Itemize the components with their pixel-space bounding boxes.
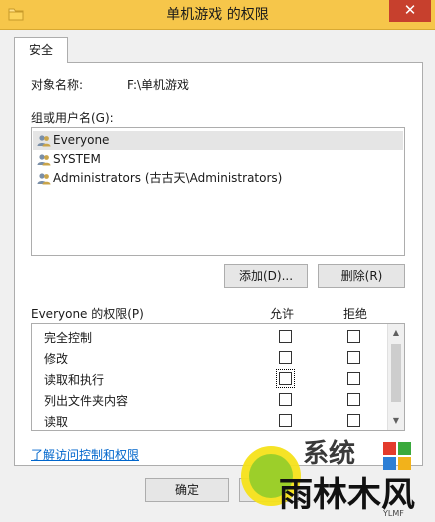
allow-checkbox[interactable]: [279, 351, 292, 364]
object-name-value: F:\单机游戏: [127, 78, 190, 92]
allow-checkbox[interactable]: [279, 393, 292, 406]
table-row: 列出文件夹内容: [32, 389, 388, 410]
groups-label: 组或用户名(G):: [31, 111, 114, 125]
allow-header: 允许: [270, 307, 295, 321]
list-item-label: Administrators (古古天\Administrators): [53, 171, 283, 185]
scroll-thumb[interactable]: [391, 344, 401, 402]
permission-name: 读取: [44, 415, 69, 429]
site-watermark: 系统 雨林木风 YLMF: [233, 430, 435, 519]
scroll-down-icon[interactable]: ▼: [388, 413, 404, 429]
permissions-list[interactable]: 完全控制 修改 读取和执行 列出文件夹内容 读取 ▲ ▼: [31, 323, 405, 431]
list-item[interactable]: Everyone: [33, 131, 403, 150]
object-name-label: 对象名称:: [31, 78, 84, 92]
deny-checkbox[interactable]: [347, 351, 360, 364]
deny-header: 拒绝: [343, 307, 368, 321]
permission-name: 完全控制: [44, 331, 93, 345]
watermark-caption: YLMF: [382, 509, 404, 518]
ok-button[interactable]: 确定: [145, 478, 229, 502]
users-icon: [37, 173, 51, 185]
allow-checkbox[interactable]: [279, 414, 292, 427]
window-title: 单机游戏 的权限: [166, 7, 269, 23]
allow-checkbox[interactable]: [276, 369, 295, 388]
groups-listbox[interactable]: Everyone SYSTEM Administrators (古古天\Admi…: [31, 127, 405, 256]
close-button[interactable]: ✕: [389, 0, 431, 22]
list-item[interactable]: Administrators (古古天\Administrators): [33, 169, 403, 188]
list-item[interactable]: SYSTEM: [33, 150, 403, 169]
list-item-label: SYSTEM: [53, 152, 101, 166]
add-button[interactable]: 添加(D)...: [224, 264, 308, 288]
watermark-text-top: 系统: [303, 438, 355, 469]
table-row: 完全控制: [32, 326, 388, 347]
security-panel: 对象名称: F:\单机游戏 组或用户名(G): Everyone SYSTEM …: [14, 62, 423, 466]
remove-button[interactable]: 删除(R): [318, 264, 405, 288]
users-icon: [37, 154, 51, 166]
watermark-logo: 系统 雨林木风 YLMF: [241, 438, 415, 518]
table-row: 读取: [32, 410, 388, 430]
table-row: 读取和执行: [32, 368, 388, 389]
permissions-scrollbar[interactable]: ▲ ▼: [387, 324, 404, 430]
tab-security[interactable]: 安全: [14, 37, 68, 63]
deny-checkbox[interactable]: [347, 330, 360, 343]
title-bar[interactable]: 单机游戏 的权限 ✕: [0, 0, 435, 30]
permission-name: 读取和执行: [44, 373, 105, 387]
permissions-label: Everyone 的权限(P): [31, 307, 144, 321]
list-item-label: Everyone: [53, 133, 110, 147]
deny-checkbox[interactable]: [347, 393, 360, 406]
table-row: 修改: [32, 347, 388, 368]
allow-checkbox[interactable]: [279, 330, 292, 343]
deny-checkbox[interactable]: [347, 414, 360, 427]
deny-checkbox[interactable]: [347, 372, 360, 385]
permission-name: 修改: [44, 352, 69, 366]
close-icon: ✕: [403, 1, 417, 19]
learn-more-link[interactable]: 了解访问控制和权限: [31, 446, 139, 463]
scroll-up-icon[interactable]: ▲: [388, 325, 404, 341]
permission-name: 列出文件夹内容: [44, 394, 129, 408]
users-icon: [37, 135, 51, 147]
